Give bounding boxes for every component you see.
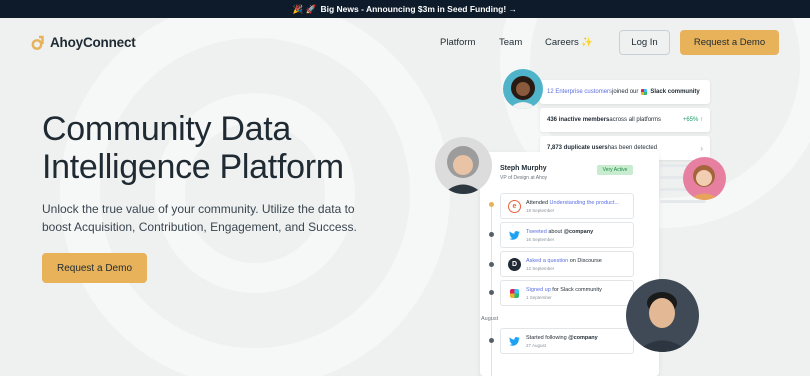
slack-icon xyxy=(641,89,648,95)
hero-subtitle: Unlock the true value of your community.… xyxy=(42,202,357,234)
activity-text: Signed up for Slack community xyxy=(526,287,602,293)
notification-mid: joined our xyxy=(612,89,639,95)
activity-item[interactable]: D Asked a question on Discourse 12 Septe… xyxy=(500,251,634,277)
slack-icon xyxy=(508,287,521,300)
activity-text: Tweeted about @company xyxy=(526,229,594,235)
top-nav: AhoyConnect Platform Team Careers ✨ Log … xyxy=(0,18,810,68)
timeline-dot xyxy=(489,232,494,237)
activity-date: 27 August xyxy=(526,343,547,348)
twitter-icon xyxy=(508,335,521,348)
nav-careers[interactable]: Careers ✨ xyxy=(545,37,593,48)
nav-request-demo-button[interactable]: Request a Demo xyxy=(680,30,779,55)
nav-platform[interactable]: Platform xyxy=(440,37,475,48)
activity-item[interactable]: Signed up for Slack community 1 Septembe… xyxy=(500,280,634,306)
activity-item[interactable]: Tweeted about @company 16 September xyxy=(500,222,634,248)
announcement-bar[interactable]: 🎉 🚀 Big News - Announcing $3m in Seed Fu… xyxy=(0,0,810,18)
timeline-dot xyxy=(489,202,494,207)
discourse-icon: D xyxy=(508,258,521,271)
nav-team[interactable]: Team xyxy=(499,37,522,48)
announcement-text[interactable]: Big News - Announcing $3m in Seed Fundin… xyxy=(320,4,517,14)
party-emoji: 🎉 🚀 xyxy=(292,3,317,14)
timeline-dot xyxy=(489,262,494,267)
activity-text: Asked a question on Discourse xyxy=(526,258,602,264)
avatar-man-smiling xyxy=(626,279,699,352)
avatar-woman-smiling xyxy=(683,157,726,200)
logo-text: AhoyConnect xyxy=(50,35,136,50)
notification-bold: 7,873 duplicate users xyxy=(547,145,608,151)
hero-request-demo-button[interactable]: Request a Demo xyxy=(42,253,147,283)
activity-status-badge: Very Active xyxy=(597,165,633,175)
profile-name: Steph Murphy xyxy=(500,165,547,172)
notification-rest: has been detected xyxy=(607,145,658,151)
notification-enterprise: 12 Enterprise customers joined our Slack… xyxy=(540,80,710,104)
hero-title: Community Data Intelligence Platform xyxy=(42,110,344,186)
activity-date: 1 September xyxy=(526,295,552,300)
notification-end: Slack community xyxy=(650,89,700,95)
avatar-woman-curly xyxy=(503,69,543,109)
notification-bold: 436 inactive members xyxy=(547,117,610,123)
growth-badge: +65% ↑ xyxy=(682,117,703,123)
notification-highlight: 12 Enterprise customers xyxy=(547,89,613,95)
twitter-icon xyxy=(508,229,521,242)
activity-date: 16 September xyxy=(526,237,555,242)
timeline-dot xyxy=(489,338,494,343)
avatar-steph-murphy xyxy=(435,137,492,194)
notification-rest: across all platforms xyxy=(609,117,662,123)
activity-date: 12 September xyxy=(526,266,555,271)
logo-icon xyxy=(31,35,44,50)
timeline-dot xyxy=(489,290,494,295)
activity-date: 18 September xyxy=(526,208,555,213)
activity-text: Started following @company xyxy=(526,335,598,341)
chevron-right-icon: › xyxy=(700,143,703,153)
activity-item[interactable]: e Attended Understanding the product... … xyxy=(500,193,634,219)
activity-text: Attended Understanding the product... xyxy=(526,200,619,206)
month-label: August xyxy=(481,316,499,322)
login-button[interactable]: Log In xyxy=(619,30,670,55)
event-icon: e xyxy=(508,200,521,213)
activity-item[interactable]: Started following @company 27 August xyxy=(500,328,634,354)
logo[interactable]: AhoyConnect xyxy=(30,35,136,50)
skeleton-line xyxy=(660,200,706,203)
profile-role: VP of Design at Ahoy xyxy=(500,175,548,181)
notification-inactive: 436 inactive members across all platform… xyxy=(540,108,710,132)
